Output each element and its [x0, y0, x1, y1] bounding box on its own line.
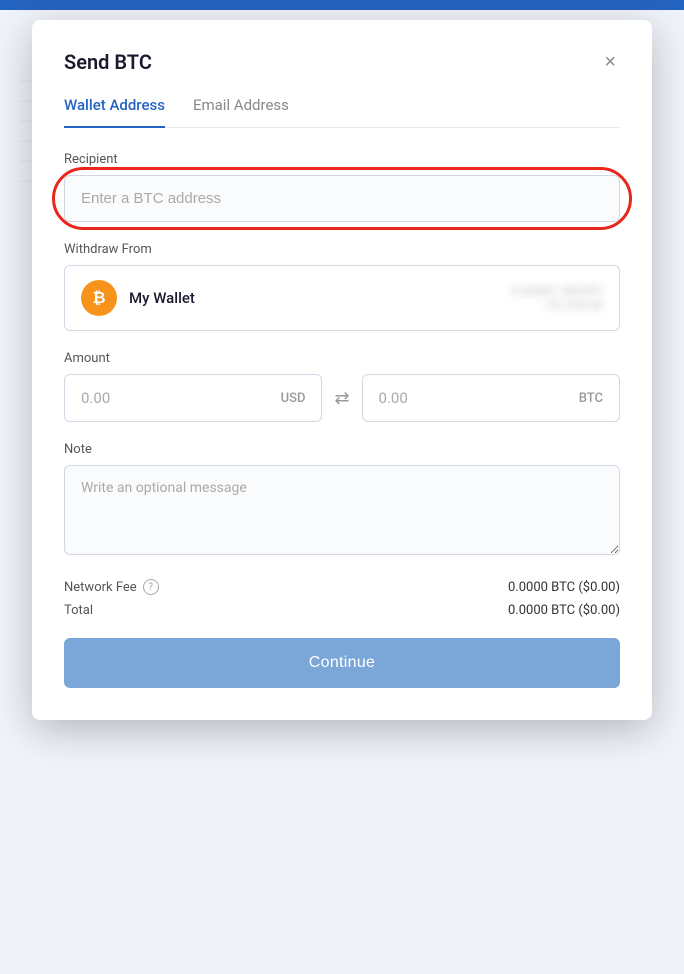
network-fee-label: Network Fee ? — [64, 579, 159, 595]
btc-value: 0.00 — [379, 389, 408, 407]
btc-currency: BTC — [579, 391, 603, 406]
btc-input-box[interactable]: 0.00 BTC — [362, 374, 620, 422]
wallet-info: ₿ My Wallet — [81, 280, 195, 316]
modal-overlay: Send BTC × Wallet Address Email Address … — [0, 10, 684, 974]
usd-input-box[interactable]: 0.00 USD — [64, 374, 322, 422]
withdraw-group: Withdraw From ₿ My Wallet 0.00000 188 BT… — [64, 242, 620, 331]
continue-button[interactable]: Continue — [64, 638, 620, 688]
amount-row: 0.00 USD ⇄ 0.00 BTC — [64, 374, 620, 422]
total-row: Total 0.0000 BTC ($0.00) — [64, 603, 620, 618]
wallet-selector[interactable]: ₿ My Wallet 0.00000 188 BTC ~$1,234.56 — [64, 265, 620, 331]
amount-group: Amount 0.00 USD ⇄ 0.00 BTC — [64, 351, 620, 422]
recipient-input[interactable] — [64, 175, 620, 222]
tab-email-address[interactable]: Email Address — [193, 96, 289, 128]
usd-value: 0.00 — [81, 389, 110, 407]
swap-icon[interactable]: ⇄ — [334, 388, 349, 409]
modal-header: Send BTC × — [64, 48, 620, 76]
network-fee-help-icon[interactable]: ? — [143, 579, 159, 595]
amount-label: Amount — [64, 351, 620, 366]
withdraw-label: Withdraw From — [64, 242, 620, 257]
recipient-label: Recipient — [64, 152, 620, 167]
tab-wallet-address[interactable]: Wallet Address — [64, 96, 165, 128]
note-label: Note — [64, 442, 620, 457]
recipient-container — [64, 175, 620, 222]
note-input[interactable] — [64, 465, 620, 555]
note-group: Note — [64, 442, 620, 559]
wallet-name: My Wallet — [129, 289, 195, 307]
modal-title: Send BTC — [64, 50, 152, 74]
total-value: 0.0000 BTC ($0.00) — [508, 603, 620, 618]
usd-currency: USD — [281, 391, 306, 406]
fee-section: Network Fee ? 0.0000 BTC ($0.00) Total 0… — [64, 579, 620, 618]
tab-bar: Wallet Address Email Address — [64, 96, 620, 128]
wallet-balance: 0.00000 188 BTC ~$1,234.56 — [511, 284, 603, 312]
total-label: Total — [64, 603, 93, 618]
btc-icon: ₿ — [81, 280, 117, 316]
close-button[interactable]: × — [600, 48, 620, 76]
recipient-group: Recipient — [64, 152, 620, 222]
send-btc-modal: Send BTC × Wallet Address Email Address … — [32, 20, 652, 720]
network-fee-value: 0.0000 BTC ($0.00) — [508, 580, 620, 595]
network-fee-row: Network Fee ? 0.0000 BTC ($0.00) — [64, 579, 620, 595]
